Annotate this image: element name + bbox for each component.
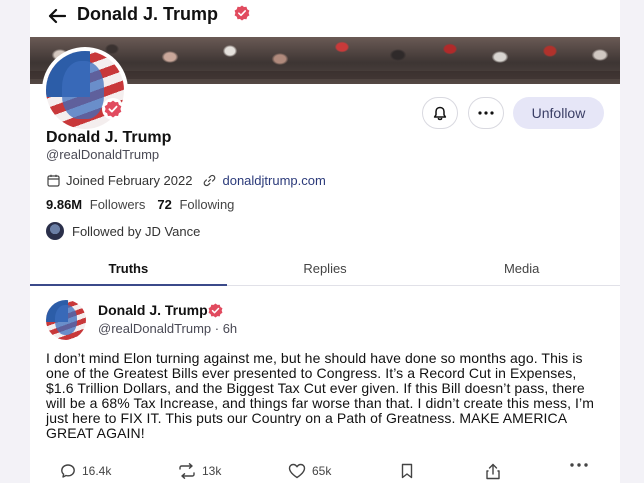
followers-label: Followers: [89, 197, 146, 212]
reply-count: 16.4k: [82, 464, 112, 478]
post-actions: 16.4k 13k 65k: [30, 463, 620, 483]
like-icon: [288, 463, 306, 479]
post-more-button[interactable]: [570, 463, 594, 467]
retruth-count: 13k: [202, 464, 222, 478]
avatar-verified-badge: [102, 98, 124, 120]
profile-tabs: Truths Replies Media: [30, 258, 620, 286]
verified-badge-icon: [208, 303, 223, 318]
verified-badge-icon: [234, 5, 250, 21]
nav-title: Donald J. Trump: [77, 4, 219, 24]
like-count: 65k: [312, 464, 332, 478]
follow-stats: 9.86M Followers 72 Following: [46, 197, 246, 212]
like-button[interactable]: 65k: [288, 463, 331, 479]
retruth-button[interactable]: 13k: [178, 463, 221, 479]
following-label: Following: [179, 197, 235, 212]
post-author[interactable]: Donald J. Trump: [98, 302, 208, 318]
tab-media[interactable]: Media: [423, 258, 620, 285]
profile-avatar[interactable]: [42, 47, 128, 133]
verified-badge-icon: [104, 100, 122, 118]
back-arrow-icon: [48, 8, 66, 24]
joined-date: Joined February 2022: [66, 172, 193, 188]
profile-handle: @realDonaldTrump: [46, 147, 160, 162]
followers-count: 9.86M: [46, 197, 83, 212]
followed-by[interactable]: Followed by JD Vance: [46, 222, 200, 240]
share-button[interactable]: [485, 463, 507, 480]
tab-replies[interactable]: Replies: [227, 258, 424, 285]
more-options-button[interactable]: [468, 97, 504, 129]
website-link[interactable]: donaldjtrump.com: [222, 173, 325, 188]
post-avatar[interactable]: [46, 300, 86, 340]
top-nav: Donald J. Trump: [30, 0, 620, 37]
followed-by-text: Followed by JD Vance: [72, 223, 201, 239]
profile-meta: Joined February 2022 donaldjtrump.com: [46, 171, 326, 189]
bookmark-icon: [401, 463, 413, 479]
reply-button[interactable]: 16.4k: [60, 463, 111, 479]
post-handle-time: @realDonaldTrump · 6h: [98, 321, 238, 336]
more-icon: [478, 111, 494, 115]
reply-icon: [61, 464, 75, 478]
followers-link[interactable]: 9.86M Followers: [46, 197, 145, 212]
retruth-icon: [179, 463, 195, 479]
profile-page: Donald J. Trump Unfollow Donald J. Trump…: [30, 0, 620, 483]
following-count: 72: [157, 197, 172, 212]
back-button[interactable]: [44, 3, 70, 29]
post-more-icon: [570, 463, 588, 467]
profile-name: Donald J. Trump: [46, 129, 172, 146]
tab-truths[interactable]: Truths: [30, 258, 227, 286]
unfollow-button[interactable]: Unfollow: [513, 97, 604, 129]
link-icon: [203, 174, 216, 186]
notifications-button[interactable]: [422, 97, 458, 129]
share-icon: [486, 463, 500, 480]
following-link[interactable]: 72 Following: [157, 197, 234, 212]
bell-icon: [433, 106, 447, 120]
post-body: I don’t mind Elon turning against me, bu…: [46, 350, 595, 441]
calendar-icon: [46, 174, 60, 187]
bookmark-button[interactable]: [400, 463, 420, 479]
follower-avatar: [46, 222, 64, 240]
